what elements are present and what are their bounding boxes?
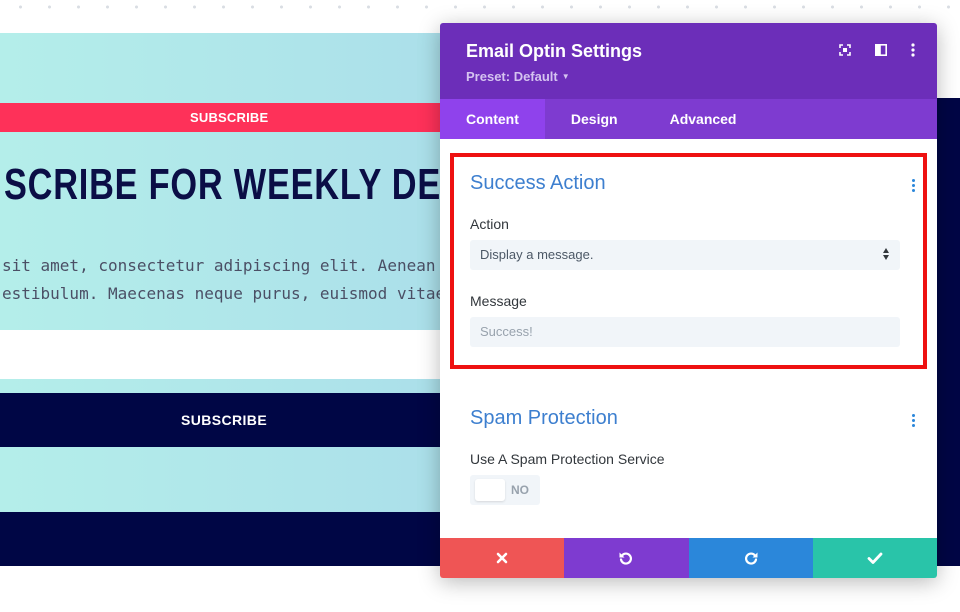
hero-body-line: estibulum. Maecenas neque purus, euismod… — [2, 284, 446, 303]
undo-button[interactable] — [564, 538, 689, 578]
spam-service-label: Use A Spam Protection Service — [470, 451, 665, 467]
section-options-icon[interactable] — [912, 414, 916, 429]
save-button[interactable] — [812, 538, 937, 578]
cancel-icon — [496, 552, 508, 564]
save-icon — [867, 552, 883, 564]
modal-title: Email Optin Settings — [466, 41, 643, 61]
tab-design[interactable]: Design — [545, 99, 644, 139]
spam-protection-toggle[interactable]: NO — [470, 475, 540, 505]
section-options-icon[interactable] — [912, 179, 916, 194]
dotted-guide — [0, 0, 960, 14]
action-label: Action — [470, 216, 509, 232]
modal-header-actions — [839, 43, 915, 57]
page: SUBSCRIBE SCRIBE FOR WEEKLY DE sit amet,… — [0, 0, 960, 612]
preset-label: Preset: Default — [466, 69, 558, 84]
cancel-button[interactable] — [440, 538, 565, 578]
action-select-value: Display a message. — [480, 247, 594, 262]
modal-header[interactable]: Email Optin Settings Preset: Default ▼ — [440, 23, 937, 99]
tab-content[interactable]: Content — [440, 99, 545, 139]
sidebar-toggle-icon[interactable] — [875, 44, 887, 56]
action-select[interactable]: Display a message. — [470, 240, 900, 270]
expand-icon[interactable] — [839, 44, 851, 56]
redo-icon — [744, 552, 758, 565]
message-input[interactable]: Success! — [470, 317, 900, 347]
toggle-knob — [475, 479, 505, 501]
redo-button[interactable] — [688, 538, 813, 578]
hero-body-line: sit amet, consectetur adipiscing elit. A… — [2, 256, 436, 275]
tab-advanced[interactable]: Advanced — [644, 99, 763, 139]
toggle-label: NO — [511, 483, 529, 497]
section-title-success-action[interactable]: Success Action — [470, 172, 606, 195]
undo-icon — [619, 552, 633, 565]
caret-down-icon: ▼ — [561, 72, 570, 81]
section-title-spam-protection[interactable]: Spam Protection — [470, 407, 618, 430]
page-edge-strip — [937, 98, 960, 566]
modal-footer — [440, 538, 937, 578]
modal-body: Success Action Action Display a message.… — [440, 139, 937, 538]
message-label: Message — [470, 293, 527, 309]
preset-dropdown[interactable]: Preset: Default ▼ — [466, 69, 570, 84]
hero-headline: SCRIBE FOR WEEKLY DE — [4, 160, 442, 209]
select-arrows-icon — [883, 248, 890, 260]
email-optin-settings-modal: Email Optin Settings Preset: Default ▼ Co… — [440, 23, 937, 578]
more-options-icon[interactable] — [911, 43, 915, 57]
modal-tabs: Content Design Advanced — [440, 99, 937, 139]
